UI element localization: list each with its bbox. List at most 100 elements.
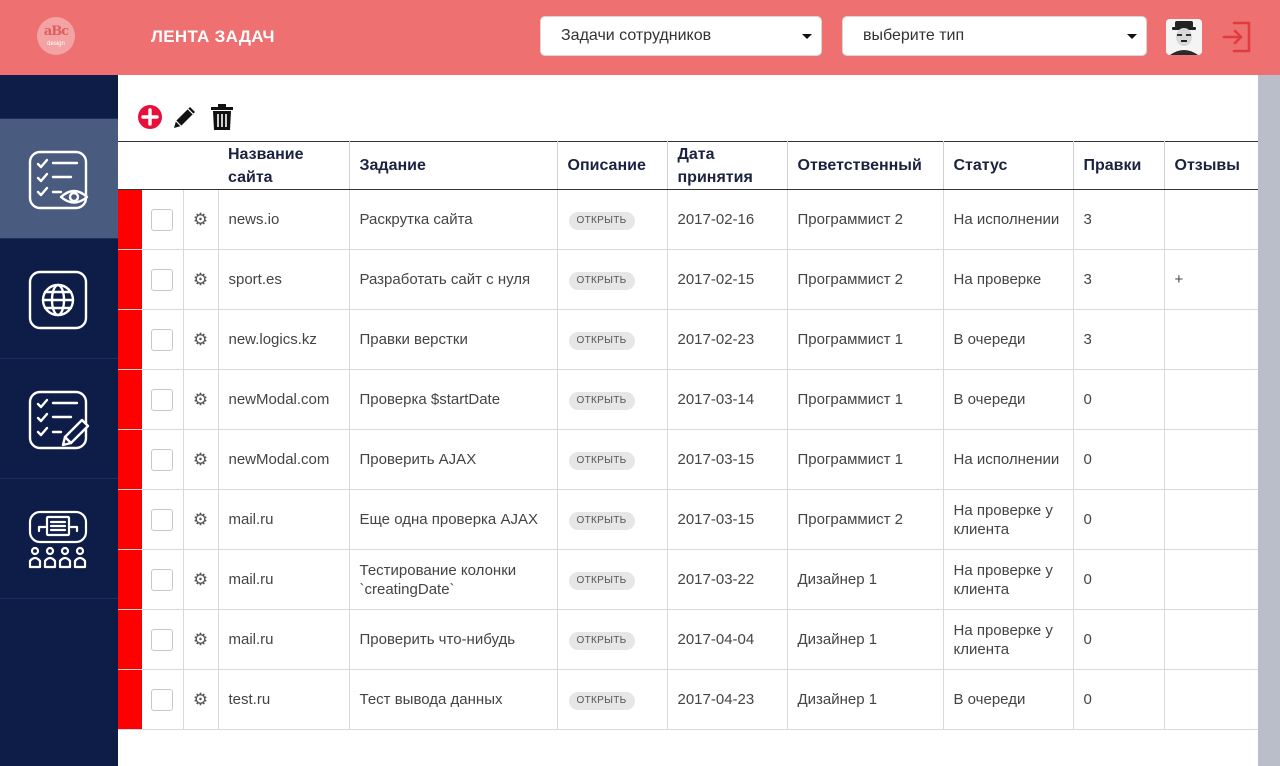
table-row[interactable]: ⚙ test.ru Тест вывода данных ОТКРЫТЬ 2017-04… — [118, 669, 1258, 730]
row-settings-cell: ⚙ — [183, 489, 219, 550]
open-description-button[interactable]: ОТКРЫТЬ — [568, 212, 635, 230]
row-settings-cell: ⚙ — [183, 429, 219, 490]
sidebar-item-tasks-edit[interactable] — [0, 359, 118, 479]
row-checkbox[interactable] — [151, 628, 174, 651]
gear-icon[interactable]: ⚙ — [193, 630, 208, 649]
cell-reviews — [1164, 369, 1258, 430]
type-select[interactable]: выберите тип — [842, 16, 1147, 56]
table-row[interactable]: ⚙ newModal.com Проверка $startDate ОТКРЫТЬ 2… — [118, 369, 1258, 430]
cell-status: На проверке у клиента — [943, 489, 1074, 550]
open-description-button[interactable]: ОТКРЫТЬ — [568, 512, 635, 530]
cell-owner: Программист 1 — [787, 369, 944, 430]
cell-description: ОТКРЫТЬ — [557, 309, 668, 370]
row-checkbox-cell — [142, 429, 184, 490]
col-task[interactable]: Задание — [349, 141, 558, 190]
table-row[interactable]: ⚙ newModal.com Проверить AJAX ОТКРЫТЬ 2017-0… — [118, 429, 1258, 490]
logo[interactable]: aBc design — [37, 17, 75, 55]
cell-reviews — [1164, 609, 1258, 670]
cell-description: ОТКРЫТЬ — [557, 249, 668, 310]
open-description-button[interactable]: ОТКРЫТЬ — [568, 332, 635, 350]
logo-subtext: design — [47, 41, 65, 47]
table-row[interactable]: ⚙ news.io Раскрутка сайта ОТКРЫТЬ 2017-02-16… — [118, 189, 1258, 250]
col-settings — [183, 141, 218, 190]
row-checkbox[interactable] — [151, 508, 174, 531]
col-reviews[interactable]: Отзывы — [1164, 141, 1258, 190]
logout-icon[interactable] — [1220, 20, 1254, 54]
cell-task: Тестирование колонки `creatingDate` — [349, 549, 558, 610]
priority-marker — [118, 369, 142, 430]
priority-marker — [118, 309, 142, 370]
sidebar-item-team[interactable] — [0, 479, 118, 599]
row-checkbox-cell — [142, 609, 184, 670]
cell-date: 2017-02-23 — [667, 309, 788, 370]
row-checkbox[interactable] — [151, 388, 174, 411]
col-edits[interactable]: Правки — [1073, 141, 1165, 190]
gear-icon[interactable]: ⚙ — [193, 510, 208, 529]
avatar[interactable] — [1166, 19, 1202, 55]
gear-icon[interactable]: ⚙ — [193, 330, 208, 349]
cell-site: test.ru — [218, 669, 350, 730]
team-presentation-icon — [28, 510, 88, 569]
task-list-eye-icon — [28, 150, 89, 210]
gear-icon[interactable]: ⚙ — [193, 570, 208, 589]
delete-icon[interactable] — [208, 103, 236, 131]
row-checkbox[interactable] — [151, 568, 174, 591]
cell-site: mail.ru — [218, 489, 350, 550]
col-date[interactable]: Дата принятия — [667, 141, 788, 190]
cell-date: 2017-03-15 — [667, 429, 788, 490]
priority-marker — [118, 669, 142, 730]
open-description-button[interactable]: ОТКРЫТЬ — [568, 392, 635, 410]
row-checkbox[interactable] — [151, 328, 174, 351]
cell-site: sport.es — [218, 249, 350, 310]
row-settings-cell: ⚙ — [183, 609, 219, 670]
open-description-button[interactable]: ОТКРЫТЬ — [568, 272, 635, 290]
row-checkbox[interactable] — [151, 208, 174, 231]
table-row[interactable]: ⚙ mail.ru Еще одна проверка AJAX ОТКРЫТЬ 201… — [118, 489, 1258, 550]
cell-status: На исполнении — [943, 189, 1074, 250]
col-site[interactable]: Название сайта — [218, 141, 350, 190]
cell-task: Правки верстки — [349, 309, 558, 370]
table-row[interactable]: ⚙ new.logics.kz Правки верстки ОТКРЫТЬ 2017-… — [118, 309, 1258, 370]
sidebar-item-sites[interactable] — [0, 239, 118, 359]
cell-task: Еще одна проверка AJAX — [349, 489, 558, 550]
gear-icon[interactable]: ⚙ — [193, 270, 208, 289]
row-checkbox[interactable] — [151, 688, 174, 711]
open-description-button[interactable]: ОТКРЫТЬ — [568, 632, 635, 650]
cell-date: 2017-02-16 — [667, 189, 788, 250]
gear-icon[interactable]: ⚙ — [193, 690, 208, 709]
gear-icon[interactable]: ⚙ — [193, 390, 208, 409]
col-status[interactable]: Статус — [943, 141, 1074, 190]
table-row[interactable]: ⚙ mail.ru Проверить что-нибудь ОТКРЫТЬ 2017-… — [118, 609, 1258, 670]
edit-icon[interactable] — [171, 103, 199, 131]
cell-date: 2017-03-14 — [667, 369, 788, 430]
gear-icon[interactable]: ⚙ — [193, 210, 208, 229]
cell-status: На проверке у клиента — [943, 609, 1074, 670]
cell-description: ОТКРЫТЬ — [557, 189, 668, 250]
row-checkbox-cell — [142, 309, 184, 370]
cell-site: mail.ru — [218, 609, 350, 670]
scrollbar[interactable] — [1258, 75, 1280, 766]
table-row[interactable]: ⚙ mail.ru Тестирование колонки `creatingDa… — [118, 549, 1258, 610]
cell-owner: Программист 2 — [787, 489, 944, 550]
table-row[interactable]: ⚙ sport.es Разработать сайт с нуля ОТКРЫТЬ 2… — [118, 249, 1258, 310]
employees-select[interactable]: Задачи сотрудников — [540, 16, 822, 56]
open-description-button[interactable]: ОТКРЫТЬ — [568, 452, 635, 470]
col-description[interactable]: Описание — [557, 141, 668, 190]
cell-date: 2017-04-23 — [667, 669, 788, 730]
row-checkbox[interactable] — [151, 448, 174, 471]
cell-reviews — [1164, 429, 1258, 490]
cell-owner: Дизайнер 1 — [787, 609, 944, 670]
sidebar-item-tasks-view[interactable] — [0, 119, 118, 239]
add-icon[interactable] — [137, 103, 165, 131]
open-description-button[interactable]: ОТКРЫТЬ — [568, 572, 635, 590]
cell-description: ОТКРЫТЬ — [557, 489, 668, 550]
priority-marker — [118, 189, 142, 250]
row-checkbox-cell — [142, 489, 184, 550]
open-description-button[interactable]: ОТКРЫТЬ — [568, 692, 635, 710]
gear-icon[interactable]: ⚙ — [193, 450, 208, 469]
cell-date: 2017-03-22 — [667, 549, 788, 610]
row-checkbox-cell — [142, 669, 184, 730]
row-checkbox[interactable] — [151, 268, 174, 291]
col-owner[interactable]: Ответственный — [787, 141, 944, 190]
col-select — [142, 141, 183, 190]
